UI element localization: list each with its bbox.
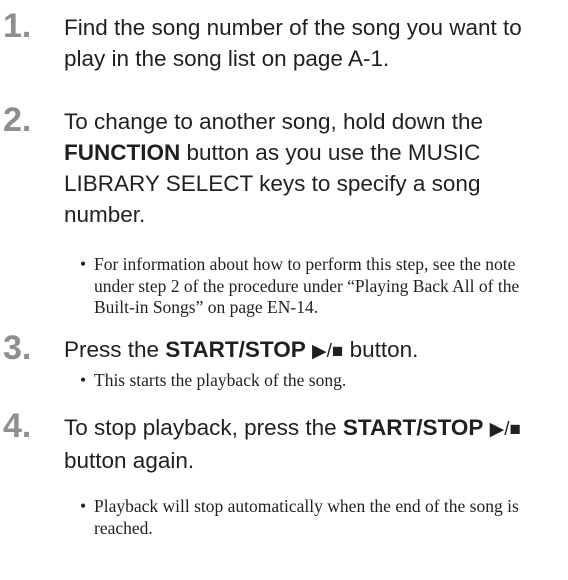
step-text: To stop playback, press the START/STOP ▶… <box>64 415 521 473</box>
play-stop-icon: ▶/■ <box>312 341 344 362</box>
step-text: Find the song number of the song you wan… <box>64 15 522 71</box>
instruction-page: 1. Find the song number of the song you … <box>0 0 568 580</box>
step-number: 4. <box>3 407 32 445</box>
step-text: To change to another song, hold down the… <box>64 109 484 227</box>
play-stop-icon: ▶/■ <box>489 419 521 440</box>
step-note: For information about how to perform thi… <box>80 254 528 319</box>
step-note: Playback will stop automatically when th… <box>80 496 548 539</box>
step-number: 1. <box>3 7 32 45</box>
function-button-label: FUNCTION <box>64 140 181 165</box>
step-number: 2. <box>3 101 32 139</box>
step-note: This starts the playback of the song. <box>80 370 564 392</box>
start-stop-button-label: START/STOP <box>165 337 306 362</box>
start-stop-button-label: START/STOP <box>342 415 484 440</box>
step-number: 3. <box>3 329 32 367</box>
step-text: Press the START/STOP ▶/■ button. <box>64 337 419 362</box>
